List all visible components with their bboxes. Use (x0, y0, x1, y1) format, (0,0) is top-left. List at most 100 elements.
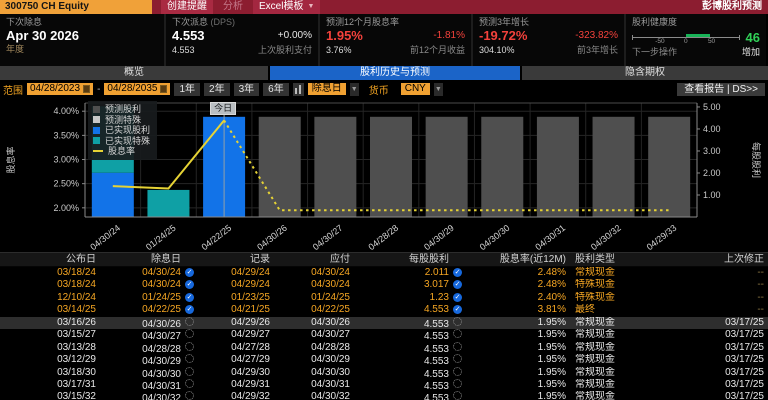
confirmed-check-icon: ✓ (453, 293, 462, 302)
cell-announce-date: 03/15/32 (0, 391, 100, 400)
x-axis-label: 04/29/33 (645, 223, 679, 252)
legend-label: 已实现股利 (105, 125, 150, 136)
tab-dividend-history-forecast[interactable]: 股利历史与预测 (270, 66, 520, 80)
cell-dps: 3.017✓ (354, 279, 466, 291)
tab-overview[interactable]: 概览 (0, 66, 268, 80)
cell-payable-date: 04/22/25 (274, 304, 354, 316)
next-ex-frequency: 年度 (6, 44, 158, 55)
range-end-input[interactable]: 04/28/2035 (104, 83, 170, 95)
cell-dividend-type: 常规现金 (570, 354, 688, 366)
y-axis-tick-left: 3.50% (53, 130, 79, 140)
bar-segment-forecast (481, 117, 523, 217)
x-axis-label: 04/30/27 (311, 223, 345, 252)
last-dps-value: 4.553 (172, 45, 195, 56)
cell-record-date: 04/29/26 (198, 317, 274, 329)
cell-dps: 2.011✓ (354, 267, 466, 279)
panel-forecast-yield: 预测12个月股息率 1.95% -1.81% 3.76% 前12个月收益 (320, 14, 473, 66)
cell-last-revised: 03/17/25 (688, 354, 768, 366)
ticker-input[interactable]: 300750 CH Equity (0, 0, 152, 14)
legend-label: 股息率 (108, 146, 135, 157)
table-row[interactable]: 03/16/2604/30/2604/29/2604/30/264.5531.9… (0, 317, 768, 329)
range-start-input[interactable]: 04/28/2023 (27, 83, 93, 95)
legend-swatch (93, 106, 100, 113)
max-range-icon[interactable] (293, 83, 304, 96)
bar-segment-forecast (537, 117, 579, 217)
table-row[interactable]: 03/18/2404/30/24✓04/29/2404/30/242.011✓2… (0, 267, 768, 279)
cell-record-date: 01/23/25 (198, 292, 274, 304)
chevron-down-icon[interactable]: ▼ (434, 83, 443, 96)
create-alert-button[interactable]: 创建提醒 (161, 0, 213, 14)
cell-dps: 4.553 (354, 342, 466, 354)
trailing-growth-label: 前3年增长 (577, 45, 618, 56)
legend-swatch (93, 116, 100, 123)
confirmed-check-icon: ✓ (185, 293, 194, 302)
cell-payable-date: 04/30/26 (274, 317, 354, 329)
confirmed-check-icon: ✓ (453, 268, 462, 277)
cell-ex-date: 04/22/25✓ (100, 304, 198, 316)
dividend-table: 公布日除息日记录应付每股股利股息率(近12M)股利类型上次修正 03/18/24… (0, 252, 768, 400)
legend-item[interactable]: 已实现特殊 (93, 136, 150, 147)
column-header: 股息率(近12M) (466, 253, 570, 266)
next-dps-change: +0.00% (278, 30, 312, 41)
legend-item[interactable]: 已实现股利 (93, 125, 150, 136)
tab-implied-options[interactable]: 隐含期权 (522, 66, 768, 80)
table-row[interactable]: 03/14/2504/22/25✓04/21/2504/22/254.553✓3… (0, 304, 768, 316)
period-2y-button[interactable]: 2年 (204, 83, 230, 96)
y-axis-tick-left: 4.00% (53, 106, 79, 116)
cell-last-revised: -- (688, 267, 768, 279)
table-row[interactable]: 03/15/2704/30/2704/29/2704/30/274.5531.9… (0, 329, 768, 341)
cell-dividend-type: 常规现金 (570, 342, 688, 354)
cell-dividend-type: 常规现金 (570, 391, 688, 400)
table-row[interactable]: 03/17/3104/30/3104/29/3104/30/314.5531.9… (0, 379, 768, 391)
range-start-value: 04/28/2023 (30, 83, 80, 95)
cell-dividend-type: 最终 (570, 304, 688, 316)
cell-dps: 4.553 (354, 391, 466, 400)
cell-yield: 1.95% (466, 317, 570, 329)
currency-label: 货币 (369, 82, 389, 97)
period-6y-button[interactable]: 6年 (263, 83, 289, 96)
cell-announce-date: 03/18/24 (0, 279, 100, 291)
chevron-down-icon[interactable]: ▼ (350, 83, 359, 96)
x-axis-label: 04/30/31 (533, 223, 567, 252)
analyze-button[interactable]: 分析 (220, 0, 246, 14)
top-bar: 300750 CH Equity 创建提醒 分析 Excel模板 ▼ 彭博股利预… (0, 0, 768, 14)
panel-next-dps: 下次派息 (DPS) 4.553 +0.00% 4.553 上次股利支付 (166, 14, 320, 66)
table-row[interactable]: 12/10/2401/24/25✓01/23/2501/24/251.23✓2.… (0, 292, 768, 304)
period-1y-button[interactable]: 1年 (174, 83, 200, 96)
view-report-button[interactable]: 查看报告 | DS>> (677, 83, 765, 96)
cell-ex-date: 04/30/32 (100, 391, 198, 400)
confirmed-check-icon: ✓ (185, 305, 194, 314)
date-type-select[interactable]: 除息日 (308, 83, 346, 95)
legend-item[interactable]: 预测股利 (93, 104, 150, 115)
table-row[interactable]: 03/13/2804/28/2804/27/2804/28/284.5531.9… (0, 342, 768, 354)
legend-item[interactable]: 预测特殊 (93, 115, 150, 126)
confirmed-check-icon: ✓ (185, 268, 194, 277)
period-3y-button[interactable]: 3年 (234, 83, 260, 96)
pending-circle-icon (453, 317, 462, 326)
panel-next-ex-date: 下次除息 Apr 30 2026 年度 (0, 14, 166, 66)
cell-record-date: 04/27/29 (198, 354, 274, 366)
y-axis-tick-left: 2.50% (53, 179, 79, 189)
excel-template-button[interactable]: Excel模板 ▼ (253, 0, 320, 14)
cell-last-revised: 03/17/25 (688, 379, 768, 391)
currency-select[interactable]: CNY (401, 83, 430, 95)
cell-announce-date: 03/17/31 (0, 379, 100, 391)
cell-record-date: 04/27/28 (198, 342, 274, 354)
pending-circle-icon (185, 379, 194, 388)
legend-label: 预测股利 (105, 104, 141, 115)
table-row[interactable]: 03/18/3004/30/3004/29/3004/30/304.5531.9… (0, 367, 768, 379)
health-label: 股利健康度 (632, 17, 760, 28)
table-row[interactable]: 03/15/3204/30/3204/29/3204/30/324.5531.9… (0, 391, 768, 400)
legend-item[interactable]: 股息率 (93, 146, 150, 157)
table-row[interactable]: 03/12/2904/30/2904/27/2904/30/294.5531.9… (0, 354, 768, 366)
chart-legend: 预测股利预测特殊已实现股利已实现特殊股息率 (88, 101, 157, 160)
pending-circle-icon (453, 329, 462, 338)
table-row[interactable]: 03/18/2404/30/24✓04/29/2404/30/243.017✓2… (0, 279, 768, 291)
cell-dps: 4.553 (354, 379, 466, 391)
next-dps-label-text: 下次派息 (172, 17, 208, 27)
legend-swatch (93, 150, 103, 152)
bar-segment-forecast (259, 117, 301, 217)
cell-ex-date: 04/30/30 (100, 367, 198, 379)
cell-announce-date: 03/13/28 (0, 342, 100, 354)
column-header: 应付 (274, 253, 354, 266)
